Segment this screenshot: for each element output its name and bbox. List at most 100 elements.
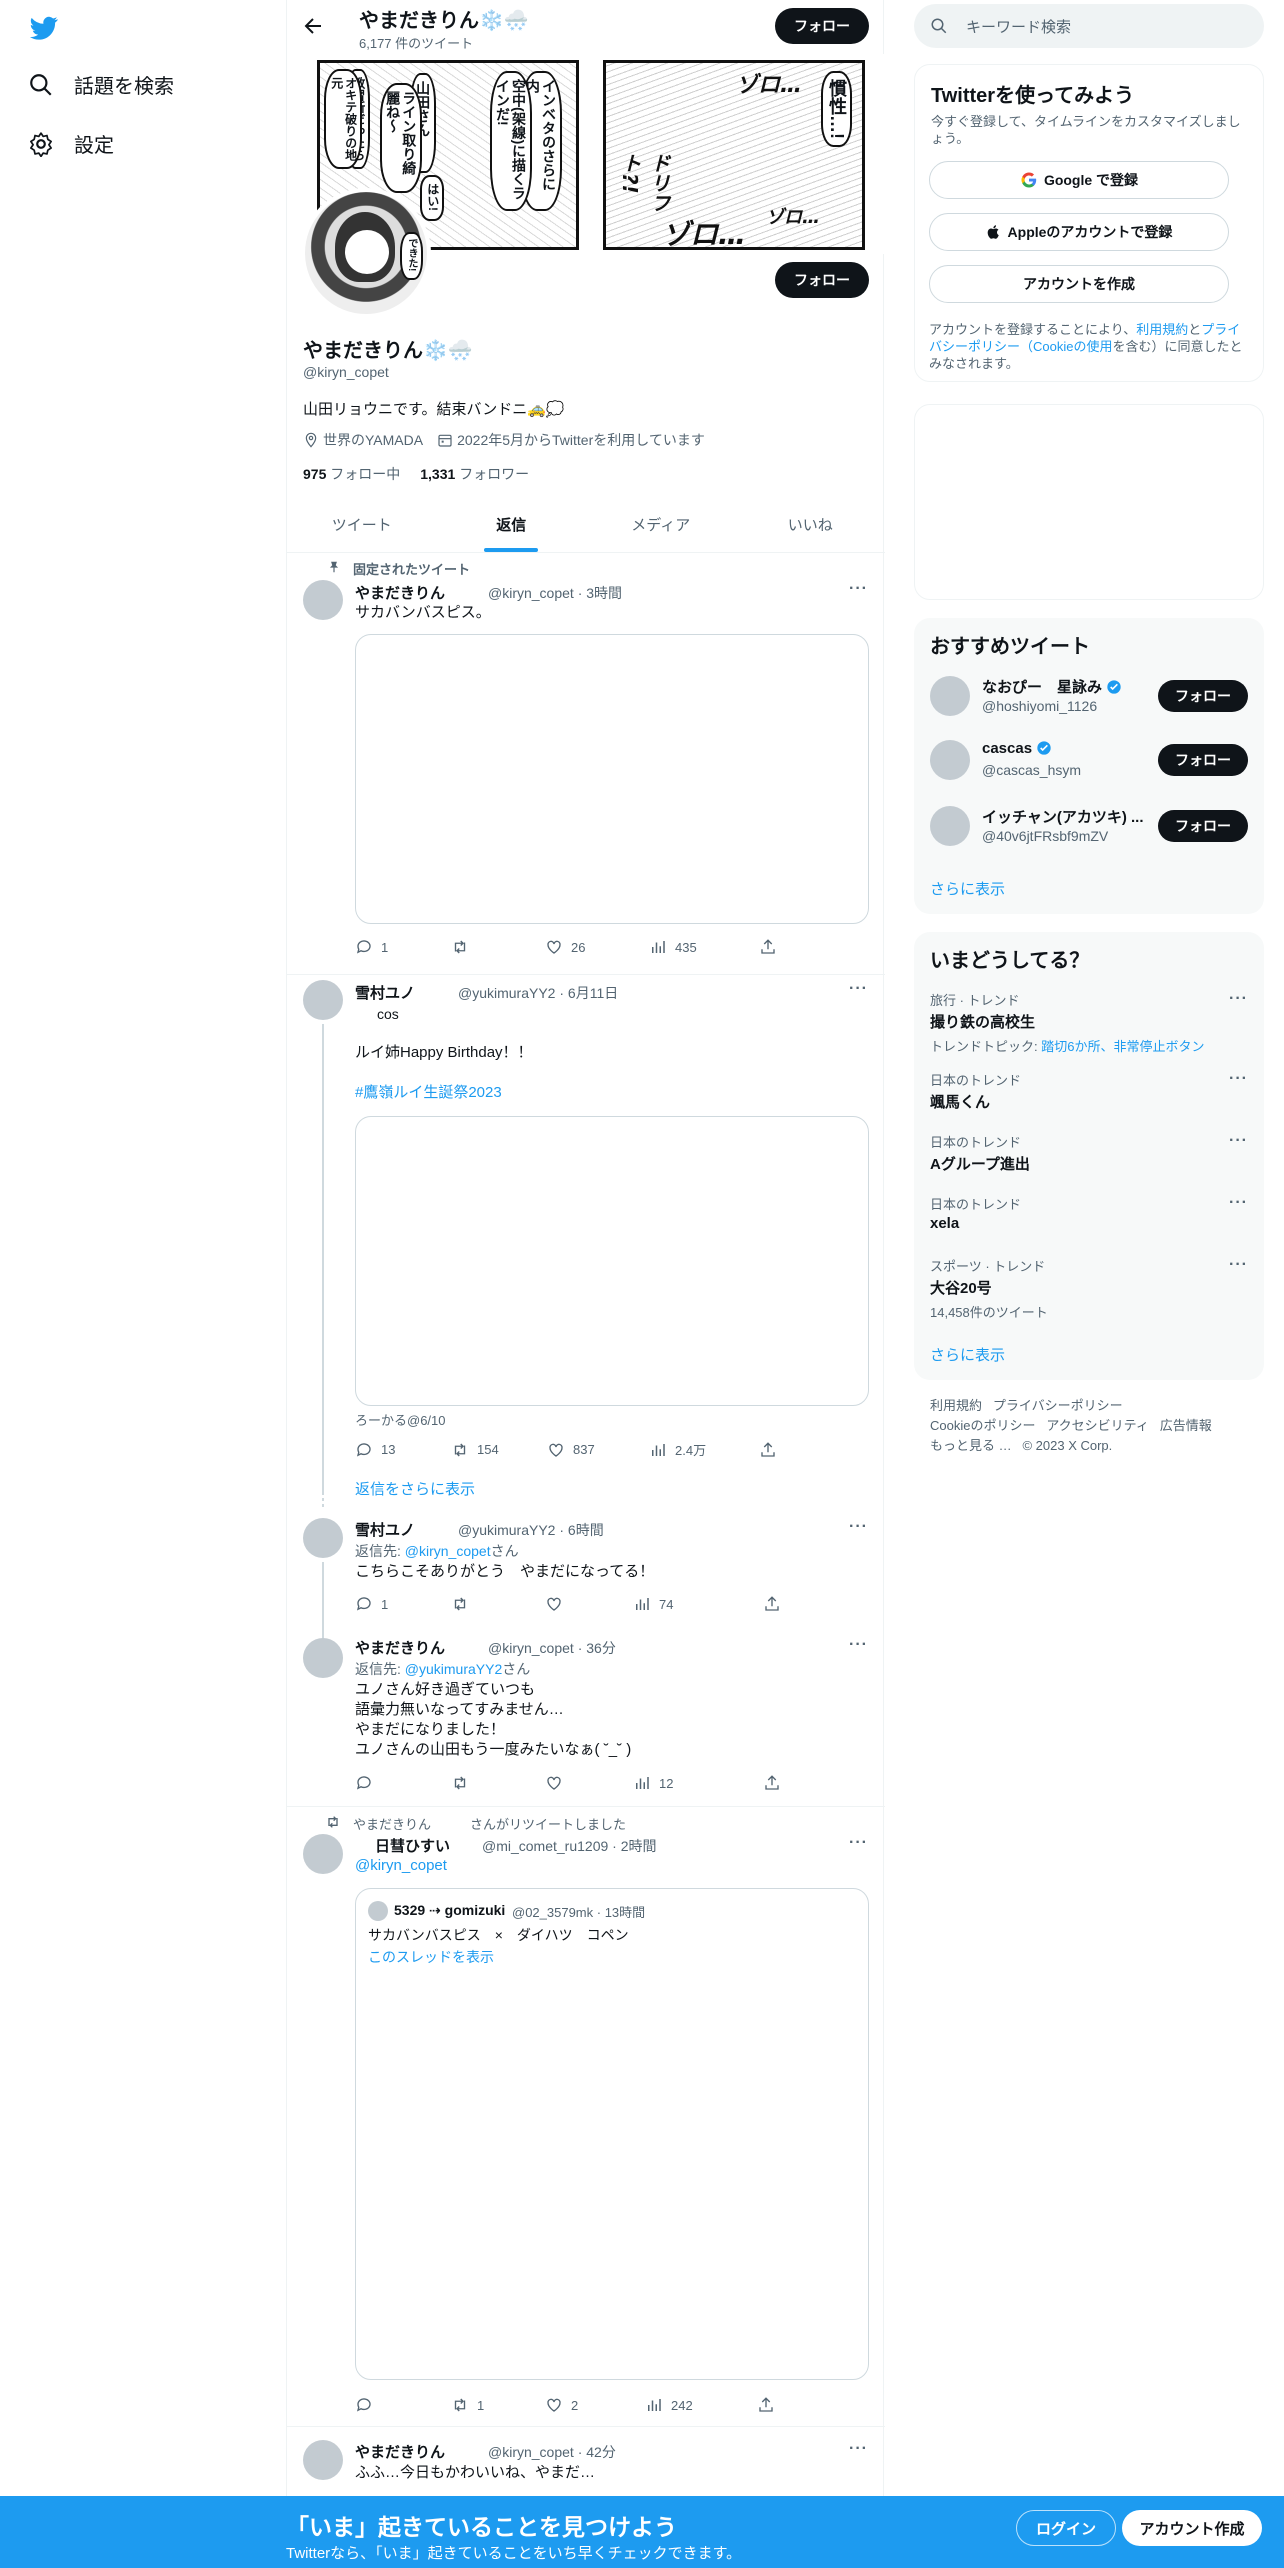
- avatar[interactable]: [303, 2440, 343, 2480]
- retweet-button[interactable]: 154: [451, 1441, 547, 1459]
- back-arrow-icon[interactable]: [301, 14, 325, 38]
- retweeted-by-label[interactable]: やまだきりん さんがリツイートしました: [353, 1814, 626, 1833]
- profile-avatar[interactable]: できた!: [301, 188, 431, 318]
- reply-to-link[interactable]: @yukimuraYY2: [405, 1661, 502, 1677]
- tweet-author-name[interactable]: やまだきりん: [355, 582, 445, 603]
- more-options-icon[interactable]: ···: [849, 1834, 868, 1852]
- quote-handle-time[interactable]: @02_3579mk · 13時間: [512, 1902, 645, 1921]
- recommended-user[interactable]: cascas @cascas_hsym フォロー: [930, 740, 1248, 800]
- create-account-button[interactable]: アカウントを作成: [929, 265, 1229, 303]
- trend-item[interactable]: 日本のトレンド xela ···: [930, 1194, 1248, 1232]
- share-button[interactable]: [759, 1441, 777, 1459]
- follow-button[interactable]: フォロー: [1158, 744, 1248, 776]
- views-button[interactable]: 242: [645, 2396, 757, 2414]
- share-button[interactable]: [759, 938, 777, 956]
- follow-button[interactable]: フォロー: [1158, 810, 1248, 842]
- like-button[interactable]: [545, 1595, 633, 1613]
- reply-button[interactable]: 1: [355, 938, 451, 956]
- nav-explore[interactable]: 話題を検索: [28, 70, 174, 99]
- footer-link[interactable]: 広告情報: [1160, 1418, 1212, 1433]
- views-button[interactable]: 2.4万: [649, 1440, 759, 1459]
- reply-button[interactable]: [355, 1774, 451, 1792]
- avatar[interactable]: [930, 676, 970, 716]
- trend-item[interactable]: 日本のトレンド 颯馬くん ···: [930, 1070, 1248, 1112]
- hashtag-link[interactable]: #鷹嶺ルイ生誕祭2023: [355, 1083, 502, 1103]
- tab-replies[interactable]: 返信: [437, 500, 587, 552]
- avatar[interactable]: [303, 1638, 343, 1678]
- profile-follow-button[interactable]: フォロー: [775, 262, 869, 298]
- footer-link[interactable]: Cookieのポリシー: [930, 1418, 1035, 1433]
- more-options-icon[interactable]: ···: [1229, 1070, 1248, 1088]
- apple-signup-button[interactable]: Appleのアカウントで登録: [929, 213, 1229, 251]
- quote-tweet[interactable]: 5329 ⇢ gomizuki @02_3579mk · 13時間 サカバンバス…: [355, 1888, 869, 2380]
- avatar[interactable]: [930, 740, 970, 780]
- followers-stat[interactable]: 1,331 フォロワー: [420, 464, 529, 484]
- mention-link[interactable]: @kiryn_copet: [355, 1856, 447, 1876]
- header-follow-button[interactable]: フォロー: [775, 8, 869, 44]
- more-options-icon[interactable]: ···: [1229, 1194, 1248, 1212]
- more-options-icon[interactable]: ···: [849, 1518, 868, 1536]
- show-more-replies-link[interactable]: 返信をさらに表示: [355, 1478, 475, 1499]
- views-button[interactable]: 12: [633, 1774, 713, 1792]
- avatar[interactable]: [303, 1518, 343, 1558]
- trend-item[interactable]: スポーツ · トレンド 大谷20号 14,458件のツイート ···: [930, 1256, 1248, 1321]
- share-button[interactable]: [763, 1774, 781, 1792]
- tweet-media[interactable]: [355, 1116, 869, 1406]
- footer-link[interactable]: もっと見る …: [930, 1438, 1012, 1453]
- views-button[interactable]: 74: [633, 1595, 713, 1613]
- login-button[interactable]: ログイン: [1016, 2510, 1116, 2546]
- tweet-author-name[interactable]: 雪村ユノ: [355, 982, 415, 1003]
- tweet-handle-time[interactable]: @kiryn_copet · 36分: [488, 1638, 616, 1658]
- like-button[interactable]: 2: [545, 2396, 645, 2414]
- tweet-author-name[interactable]: やまだきりん: [355, 2441, 445, 2462]
- tweet-handle-time[interactable]: @kiryn_copet · 3時間: [488, 583, 622, 603]
- avatar[interactable]: [930, 806, 970, 846]
- like-button[interactable]: 26: [545, 938, 649, 956]
- search-input[interactable]: キーワード検索: [914, 4, 1264, 48]
- tweet-handle-time[interactable]: @yukimuraYY2 · 6月11日: [458, 983, 618, 1003]
- reply-button[interactable]: 1: [355, 1595, 451, 1613]
- trend-item[interactable]: 日本のトレンド Aグループ進出 ···: [930, 1132, 1248, 1174]
- tweet-author-name[interactable]: やまだきりん: [355, 1637, 445, 1658]
- views-button[interactable]: 435: [649, 938, 759, 956]
- tab-tweets[interactable]: ツイート: [287, 500, 437, 552]
- show-more-link[interactable]: さらに表示: [930, 878, 1005, 899]
- retweet-button[interactable]: [451, 938, 545, 956]
- terms-link[interactable]: 利用規約: [1136, 322, 1188, 337]
- more-options-icon[interactable]: ···: [1229, 1256, 1248, 1274]
- reply-button[interactable]: [355, 2396, 451, 2414]
- nav-settings[interactable]: 設定: [28, 129, 114, 158]
- twitter-bird-logo-icon[interactable]: [28, 14, 60, 42]
- tweet-handle-time[interactable]: @kiryn_copet · 42分: [488, 2442, 616, 2462]
- footer-link[interactable]: 利用規約: [930, 1398, 982, 1413]
- retweet-button[interactable]: 1: [451, 2396, 545, 2414]
- tweet-handle-time[interactable]: @yukimuraYY2 · 6時間: [458, 1520, 604, 1540]
- retweet-button[interactable]: [451, 1774, 545, 1792]
- show-thread-link[interactable]: このスレッドを表示: [368, 1947, 494, 1967]
- tab-media[interactable]: メディア: [586, 500, 736, 552]
- more-options-icon[interactable]: ···: [849, 980, 868, 998]
- recommended-user[interactable]: なおぴー 星詠み @hoshiyomi_1126 フォロー: [930, 676, 1248, 736]
- tweet-media[interactable]: [355, 634, 869, 924]
- avatar[interactable]: [368, 1901, 388, 1921]
- recommended-user[interactable]: イッチャン(アカツキ) ... @40v6jtFRsbf9mZV フォロー: [930, 806, 1248, 866]
- reply-button[interactable]: 13: [355, 1441, 451, 1459]
- footer-link[interactable]: アクセシビリティ: [1046, 1418, 1149, 1433]
- trend-item[interactable]: 旅行 · トレンド 撮り鉄の高校生 トレンドトピック: 踏切6か所、非常停止ボタ…: [930, 990, 1248, 1055]
- tweet-handle-time[interactable]: @mi_comet_ru1209 · 2時間: [482, 1836, 657, 1856]
- following-stat[interactable]: 975 フォロー中: [303, 464, 400, 484]
- tweet-author-name[interactable]: 雪村ユノ: [355, 1519, 415, 1540]
- more-options-icon[interactable]: ···: [849, 2440, 868, 2458]
- signup-button[interactable]: アカウント作成: [1122, 2510, 1262, 2546]
- like-button[interactable]: [545, 1774, 633, 1792]
- more-options-icon[interactable]: ···: [1229, 990, 1248, 1008]
- avatar[interactable]: [303, 980, 343, 1020]
- reply-to-link[interactable]: @kiryn_copet: [405, 1543, 491, 1559]
- tab-likes[interactable]: いいね: [736, 500, 886, 552]
- quote-author-name[interactable]: 5329 ⇢ gomizuki: [394, 1902, 505, 1919]
- avatar[interactable]: [303, 1834, 343, 1874]
- share-button[interactable]: [763, 1595, 781, 1613]
- like-button[interactable]: 837: [547, 1441, 649, 1459]
- avatar[interactable]: [303, 580, 343, 620]
- follow-button[interactable]: フォロー: [1158, 680, 1248, 712]
